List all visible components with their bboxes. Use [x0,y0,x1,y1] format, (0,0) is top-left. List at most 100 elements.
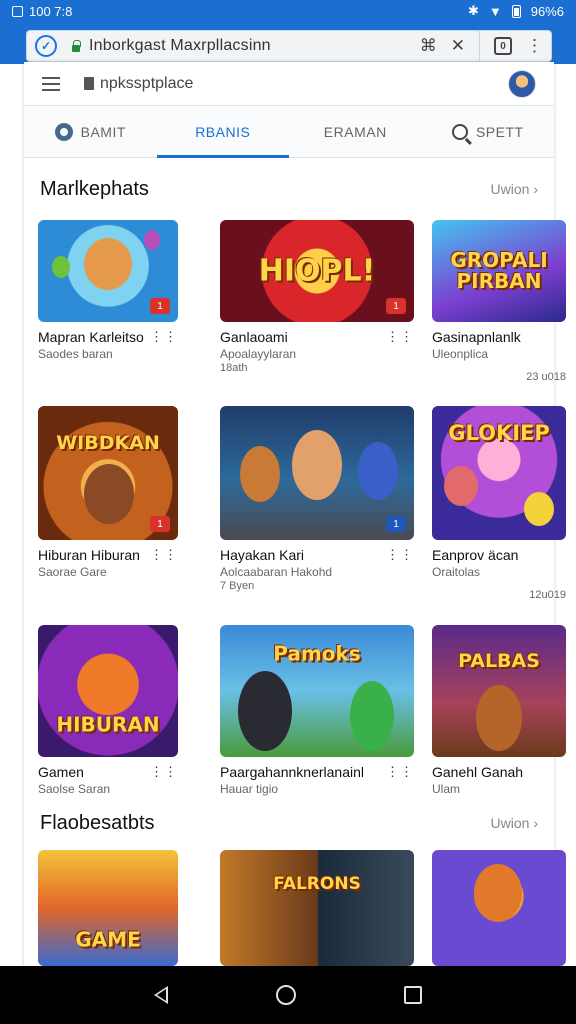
status-bar: 100 7:8 ✱ ▼ 96%6 [0,0,576,22]
more-options-icon[interactable]: ⋮⋮ [150,764,178,780]
tab-switcher-icon[interactable]: 0 [494,37,512,55]
rating-badge: 1 [150,516,170,532]
notification-icon [12,5,23,17]
thumbnail-art-text: Pamoks [273,641,361,666]
game-thumbnail[interactable]: Pamoks [220,625,414,757]
game-subtitle: Ulam [432,782,461,796]
tab-eraman[interactable]: ERAMAN [289,106,422,157]
game-name: Paargahannknerlanainl [220,764,364,780]
thumbnail-art-text: GLOKIEP [448,420,550,445]
game-thumbnail[interactable]: HIBURAN [38,625,178,757]
avatar[interactable] [508,69,536,98]
view-more-link[interactable]: Uwion › [491,181,538,197]
divider [479,31,480,61]
kebab-menu-icon[interactable]: ⋮ [526,36,543,56]
game-thumbnail[interactable]: GROPALI PIRBAN [432,220,566,322]
battery-icon [511,4,521,18]
tab-label: SPETT [475,123,524,140]
game-thumbnail[interactable]: FALRONS [220,850,414,966]
game-meta: 18ath [220,362,248,374]
thumbnail-art-text: WIBDKAN [56,431,160,454]
recents-icon[interactable] [404,986,422,1004]
game-subtitle: Saorae Gare [38,565,107,579]
game-thumbnail[interactable]: GLOKIEP [432,406,566,540]
game-tile[interactable]: HIOPL! 1 Ganlaoami ⋮⋮ Apoalayylaran 18at… [220,220,414,374]
more-options-icon[interactable]: ⋮⋮ [386,329,414,345]
app-bar: npkssptplace [24,62,554,106]
game-thumbnail[interactable]: 1 [220,406,414,540]
lock-icon [71,40,81,52]
address-text[interactable]: Inborkgast Maxrpllacsinn [89,37,271,55]
tab-bamit[interactable]: BAMIT [24,106,157,157]
game-timestamp: 12u019 [529,589,566,601]
rating-badge: 1 [386,516,406,532]
game-thumbnail[interactable]: HIOPL! 1 [220,220,414,322]
document-icon [84,77,94,90]
bluetooth-icon: ✱ [467,3,479,18]
game-name: Gamen [38,764,84,780]
thumbnail-art-text: HIBURAN [56,712,160,737]
game-thumbnail[interactable]: PALBAS [432,625,566,757]
tab-rbanis[interactable]: RBANIS [156,106,290,158]
game-tile[interactable]: 1 Hayakan Kari ⋮⋮ Aolcaabaran Hakohd 7 B… [220,406,414,592]
game-subtitle: Uleonplica [432,347,489,361]
address-bar[interactable]: ✓ Inborkgast Maxrpllacsinn ⌘ ✕ 0 ⋮ [26,30,552,62]
view-more-link[interactable]: Uwion › [491,815,538,831]
more-options-icon[interactable]: ⋮⋮ [150,547,178,563]
menu-icon[interactable] [42,76,60,91]
game-thumbnail[interactable]: 1 [38,220,178,322]
rating-badge: 1 [386,298,406,314]
back-icon[interactable] [154,986,168,1004]
tab-spett[interactable]: SPETT [422,106,555,157]
status-time: 100 7:8 [29,3,73,19]
game-tile[interactable]: WIBDKAN 1 Hiburan Hiburan ⋮⋮ Saorae Gare [38,406,178,579]
more-options-icon[interactable]: ⋮⋮ [386,547,414,563]
more-options-icon[interactable]: ⋮⋮ [150,329,178,345]
section-header: Marlkephats Uwion › [24,174,554,204]
tab-bar: BAMIT RBANIS ERAMAN SPETT [24,106,554,158]
game-tile[interactable] [432,850,566,966]
thumbnail-art-text: FALRONS [273,873,361,894]
game-tile[interactable]: PALBAS Ganehl Ganah Ulam [432,625,566,796]
game-tile[interactable]: GAME [38,850,178,966]
game-tile[interactable]: GROPALI PIRBAN Gasinapnlanlk Uleonplica … [432,220,566,383]
game-thumbnail[interactable]: WIBDKAN 1 [38,406,178,540]
star-icon[interactable]: ✕ [451,36,465,56]
location-icon [54,122,73,141]
game-thumbnail[interactable] [432,850,566,966]
game-name: Hiburan Hiburan [38,547,140,563]
rating-badge: 1 [150,298,170,314]
tab-label: BAMIT [80,123,126,140]
section-title: Flaobesatbts [40,811,155,834]
wifi-icon: ▼ [488,3,502,19]
section-header: Flaobesatbts Uwion › [24,808,554,838]
thumbnail-art-text: GAME [75,927,141,952]
game-tile[interactable]: GLOKIEP Eanprov äcan Oraitolas 12u019 [432,406,566,601]
app-title: npkssptplace [100,74,194,92]
game-tile[interactable]: HIBURAN Gamen ⋮⋮ Saolse Saran [38,625,178,796]
game-subtitle: Oraitolas [432,565,481,579]
game-thumbnail[interactable]: GAME [38,850,178,966]
system-nav-bar [0,966,576,1024]
game-tile[interactable]: Pamoks Paargahannknerlanainl ⋮⋮ Hauar ti… [220,625,414,796]
battery-percent: 96%6 [530,3,564,19]
more-options-icon[interactable]: ⋮⋮ [386,764,414,780]
game-name: Gasinapnlanlk [432,329,521,345]
game-tile[interactable]: FALRONS [220,850,414,966]
puzzle-icon[interactable]: ⌘ [420,36,437,56]
section-title: Marlkephats [40,177,149,200]
tab-label: ERAMAN [323,123,387,140]
search-icon [451,123,468,140]
shield-check-icon[interactable]: ✓ [35,35,57,57]
thumbnail-art-text: GROPALI PIRBAN [450,248,548,293]
game-name: Ganlaoami [220,329,288,345]
game-name: Mapran Karleitso [38,329,144,345]
thumbnail-art-text: PALBAS [458,649,540,672]
game-name: Hayakan Kari [220,547,305,563]
page-content: npkssptplace BAMIT RBANIS ERAMAN SPETT M… [24,62,566,972]
home-icon[interactable] [276,985,296,1005]
game-meta: 7 Byen [220,580,255,592]
game-tile[interactable]: 1 Mapran Karleitso ⋮⋮ Saodes baran [38,220,178,361]
game-timestamp: 23 u018 [526,371,566,383]
game-name: Eanprov äcan [432,547,519,563]
